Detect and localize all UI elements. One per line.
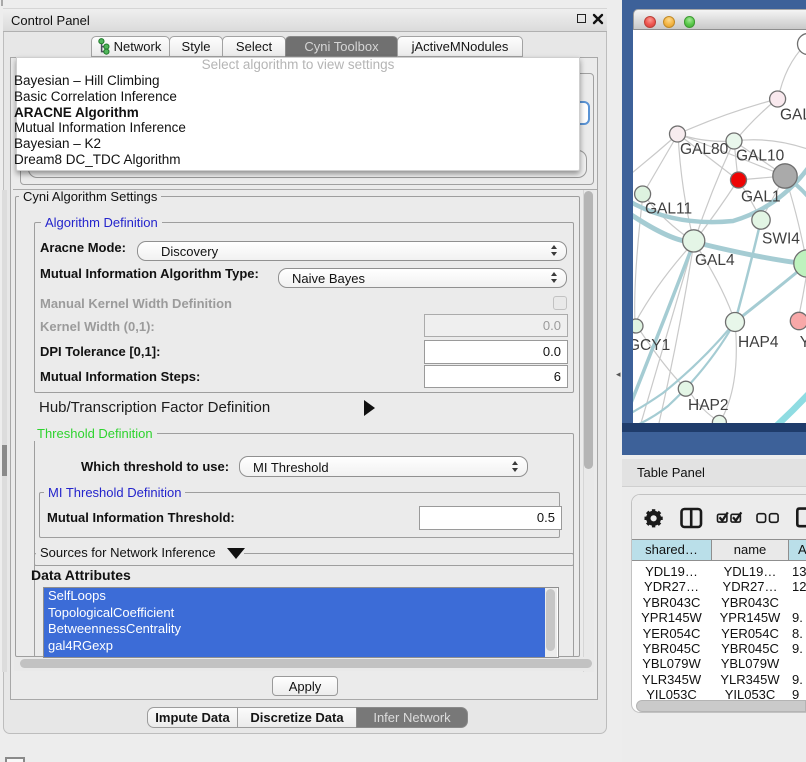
- svg-text:GAL4: GAL4: [695, 252, 735, 269]
- svg-text:GAL80: GAL80: [780, 107, 806, 124]
- svg-text:SWI4: SWI4: [762, 231, 800, 248]
- svg-text:HAP4: HAP4: [738, 334, 779, 351]
- svg-text:GCY1: GCY1: [633, 337, 670, 354]
- svg-text:GAL80: GAL80: [680, 141, 729, 158]
- svg-text:GAL11: GAL11: [645, 201, 692, 218]
- svg-text:GAL10: GAL10: [736, 148, 785, 165]
- svg-text:GAL1: GAL1: [741, 189, 781, 206]
- svg-text:HAP2: HAP2: [688, 397, 729, 414]
- svg-text:Y: Y: [800, 334, 806, 351]
